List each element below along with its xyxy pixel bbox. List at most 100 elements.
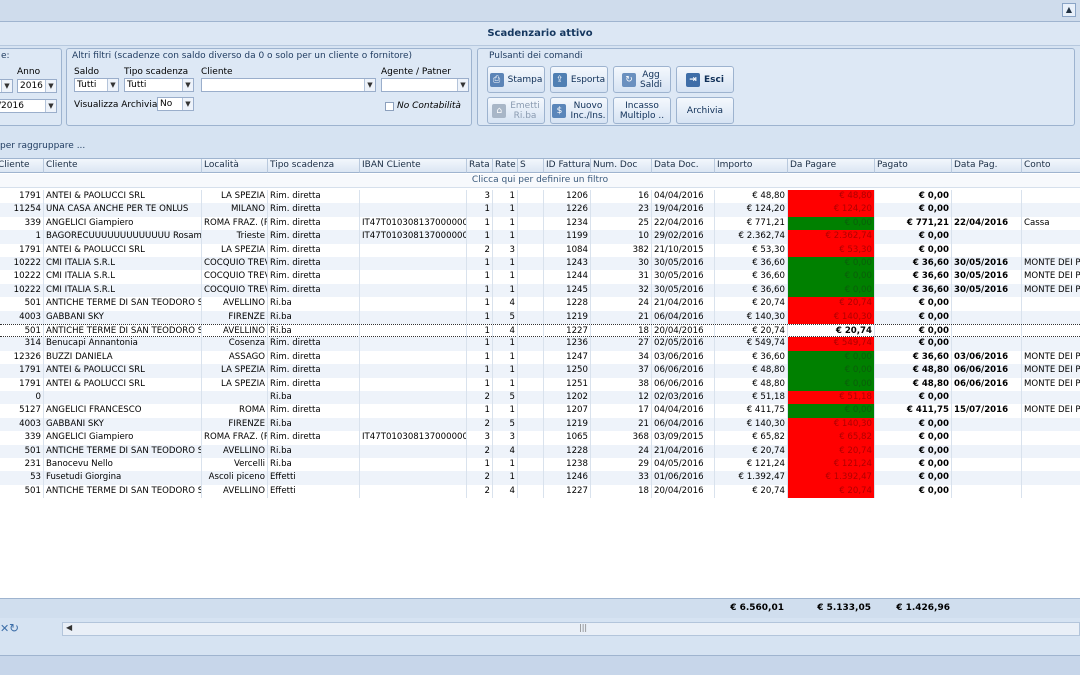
tipo-scadenza-combo[interactable]: Tutti ▼ (124, 78, 194, 92)
cell-data-pag (952, 325, 1022, 339)
table-row[interactable]: 1791 ANTEI & PAOLUCCI SRL LA SPEZIA Rim. di… (0, 364, 1080, 378)
cell-iban (360, 283, 467, 298)
no-contabilita-checkbox[interactable] (385, 102, 394, 111)
cell-conto (1022, 337, 1080, 350)
cell-iban (360, 377, 467, 391)
cell-num-doc: 30 (591, 257, 652, 271)
table-row[interactable]: 1 BAGORECUUUUUUUUUUUUU Rosambra Trieste Rim… (0, 230, 1080, 244)
date-combo[interactable]: /2016 ▼ (0, 99, 57, 113)
cell-cliente-name: ANTICHE TERME DI SAN TEODORO S (44, 484, 202, 499)
col-header-iban[interactable]: IBAN CLiente (360, 159, 467, 173)
incasso-multiplo-button[interactable]: Incasso Multiplo .. (613, 97, 671, 124)
cell-id-fattura: 1202 (544, 391, 591, 405)
anno-combo[interactable]: 2016 ▼ (17, 79, 57, 93)
refresh-icon[interactable]: ↻ (9, 621, 19, 635)
scroll-grip-icon[interactable]: ||| (579, 623, 587, 632)
cell-rate: 3 (493, 431, 518, 445)
cell-iban (360, 190, 467, 204)
cell-data-pag: 30/05/2016 (952, 270, 1022, 284)
cell-cliente-id: 1791 (0, 377, 44, 391)
col-header-importo[interactable]: Importo (715, 159, 788, 173)
grid-navigator: ✕ ↻ ◀ ||| (0, 620, 1080, 638)
cell-iban (360, 337, 467, 351)
cell-tipo-scadenza: Rim. diretta (268, 377, 360, 391)
cell-data-doc: 19/04/2016 (652, 203, 715, 217)
saldo-combo[interactable]: Tutti ▼ (74, 78, 119, 92)
table-row[interactable]: 4003 GABBANI SKY FIRENZE Ri.ba 2 5 1219 21 06/04… (0, 417, 1080, 432)
col-header-conto[interactable]: Conto (1022, 159, 1080, 173)
stampa-button[interactable]: ⎙ Stampa (487, 66, 545, 93)
cell-cliente-id: 10222 (0, 257, 44, 271)
cell-num-doc: 18 (591, 484, 652, 499)
esci-button[interactable]: ⇥ Esci (676, 66, 734, 93)
col-header-rate[interactable]: Rate (493, 159, 518, 173)
col-header-localita[interactable]: Località (202, 159, 268, 173)
table-row[interactable]: 501 ANTICHE TERME DI SAN TEODORO S AVELLIN… (0, 444, 1080, 458)
col-header-id-fattura[interactable]: ID Fattura (544, 159, 591, 173)
emetti-riba-button[interactable]: ⌂ Emetti Ri.ba (487, 97, 545, 124)
agg-saldi-button[interactable]: ↻ Agg Saldi (613, 66, 671, 93)
cell-cliente-id: 5127 (0, 404, 44, 418)
col-header-s[interactable]: S (518, 159, 544, 173)
table-row[interactable]: 1791 ANTEI & PAOLUCCI SRL LA SPEZIA Rim. di… (0, 190, 1080, 204)
cliente-combo[interactable]: ▼ (201, 78, 376, 92)
table-row[interactable]: 5127 ANGELICI FRANCESCO ROMA Rim. diretta 1 1… (0, 404, 1080, 418)
cell-tipo-scadenza: Ri.ba (268, 444, 360, 458)
cell-iban: IT47T01030813700000002 (360, 216, 467, 231)
table-row[interactable]: 4003 GABBANI SKY FIRENZE Ri.ba 1 5 1219 21 06/04… (0, 310, 1080, 324)
cell-cliente-id: 1791 (0, 190, 44, 204)
cell-pagato: € 0,00 (875, 484, 952, 499)
col-header-tipo-scadenza[interactable]: Tipo scadenza (268, 159, 360, 173)
col-header-rata[interactable]: Rata (467, 159, 493, 173)
table-row[interactable]: 10222 CMI ITALIA S.R.L COCQUIO TREVI Rim. d… (0, 257, 1080, 271)
archiviate-combo[interactable]: No ▼ (157, 97, 194, 111)
cell-data-pag (952, 417, 1022, 432)
table-row[interactable]: 501 ANTICHE TERME DI SAN TEODORO S AVELLIN… (0, 484, 1080, 499)
table-row[interactable]: 12326 BUZZI DANIELA ASSAGO Rim. diretta 1 1 12… (0, 350, 1080, 365)
month-combo[interactable]: ▼ (0, 79, 13, 93)
cell-tipo-scadenza: Rim. diretta (268, 364, 360, 378)
col-header-pagato[interactable]: Pagato (875, 159, 952, 173)
cell-conto: MONTE DEI PA (1022, 284, 1080, 297)
cell-cliente-id: 12326 (0, 350, 44, 365)
cell-data-doc: 06/04/2016 (652, 310, 715, 324)
table-row[interactable]: 11254 UNA CASA ANCHE PER TE ONLUS MILANO Ri… (0, 203, 1080, 217)
cell-data-pag (952, 471, 1022, 485)
table-row[interactable]: 10222 CMI ITALIA S.R.L COCQUIO TREVI Rim. d… (0, 270, 1080, 284)
table-row[interactable]: 53 Fusetudi Giorgina Ascoli piceno Effetti 2… (0, 471, 1080, 485)
table-row[interactable]: 0 Ri.ba 2 5 1202 12 02/03/2016 € 51,18 € 51,18 € … (0, 391, 1080, 405)
cell-rate: 1 (493, 350, 518, 365)
saldo-label: Saldo (74, 67, 99, 77)
archivia-button[interactable]: Archivia (676, 97, 734, 124)
cell-cliente-name: GABBANI SKY (44, 417, 202, 432)
nuovo-button[interactable]: $ Nuovo Inc./Ins. (550, 97, 608, 124)
table-row[interactable]: 314 Benucapi Annantonia Cosenza Rim. dirett… (0, 337, 1080, 351)
cell-da-pagare: € 0,00 (788, 404, 875, 418)
cell-rata: 2 (467, 243, 493, 257)
cell-pagato: € 0,00 (875, 417, 952, 432)
table-row[interactable]: 501 ANTICHE TERME DI SAN TEODORO S AVELLIN… (0, 297, 1080, 311)
table-row[interactable]: 1791 ANTEI & PAOLUCCI SRL LA SPEZIA Rim. di… (0, 243, 1080, 257)
collapse-arrow-icon[interactable]: ▲ (1062, 3, 1076, 17)
grid-filter-row[interactable]: Clicca qui per definire un filtro (0, 174, 1080, 188)
cell-da-pagare: € 0,00 (788, 283, 875, 298)
col-header-num-doc[interactable]: Num. Doc (591, 159, 652, 173)
cell-num-doc: 32 (591, 283, 652, 298)
table-row[interactable]: 1791 ANTEI & PAOLUCCI SRL LA SPEZIA Rim. di… (0, 377, 1080, 391)
table-row[interactable]: 231 Banocevu Nello Vercelli Ri.ba 1 1 1238 29 04… (0, 458, 1080, 472)
col-header-da-pagare[interactable]: Da Pagare (788, 159, 875, 173)
esporta-button[interactable]: ⇪ Esporta (550, 66, 608, 93)
col-header-data-pag[interactable]: Data Pag. (952, 159, 1022, 173)
group-by-panel[interactable]: per raggruppare ... (0, 140, 1080, 156)
col-header-data-doc[interactable]: Data Doc. (652, 159, 715, 173)
table-row[interactable]: 339 ANGELICI Giampiero ROMA FRAZ. (R Rim. d… (0, 431, 1080, 445)
table-row[interactable]: 339 ANGELICI Giampiero ROMA FRAZ. (R Rim. d… (0, 216, 1080, 231)
col-header-cliente-name[interactable]: Cliente (44, 159, 202, 173)
agente-combo[interactable]: ▼ (381, 78, 469, 92)
cancel-icon[interactable]: ✕ (0, 622, 9, 635)
col-header-cliente-id[interactable]: Cliente (0, 159, 44, 173)
table-row[interactable]: 10222 CMI ITALIA S.R.L COCQUIO TREVI Rim. d… (0, 283, 1080, 298)
scroll-left-icon[interactable]: ◀ (66, 623, 72, 632)
horizontal-scrollbar[interactable]: ◀ ||| (62, 622, 1080, 636)
table-row[interactable]: 501 ANTICHE TERME DI SAN TEODORO S AVELLIN… (0, 324, 1080, 339)
